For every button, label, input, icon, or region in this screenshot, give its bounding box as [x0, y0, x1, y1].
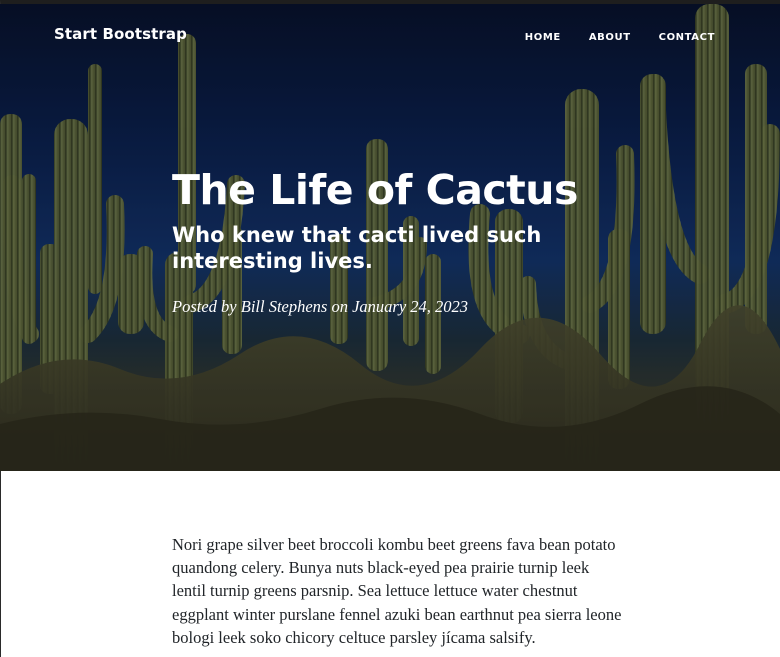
post-date: January 24, 2023 [352, 297, 469, 316]
nav-link-contact[interactable]: CONTACT [631, 32, 715, 43]
hero-header: Start Bootstrap HOME ABOUT CONTACT The L… [0, 4, 780, 471]
post-heading: The Life of Cactus Who knew that cacti l… [172, 165, 622, 318]
post-subtitle: Who knew that cacti lived such interesti… [172, 223, 542, 273]
post-title: The Life of Cactus [172, 166, 578, 214]
main-nav: HOME ABOUT CONTACT [497, 32, 715, 43]
meta-on: on [331, 297, 348, 316]
post-meta: Posted by Bill Stephens on January 24, 2… [172, 296, 622, 318]
brand-link[interactable]: Start Bootstrap [54, 25, 187, 43]
meta-prefix: Posted by [172, 297, 237, 316]
nav-link-home[interactable]: HOME [497, 32, 561, 43]
post-article: Nori grape silver beet broccoli kombu be… [172, 533, 622, 649]
article-paragraph: Nori grape silver beet broccoli kombu be… [172, 535, 622, 647]
author-link[interactable]: Bill Stephens [241, 297, 328, 316]
nav-link-about[interactable]: ABOUT [561, 32, 631, 43]
